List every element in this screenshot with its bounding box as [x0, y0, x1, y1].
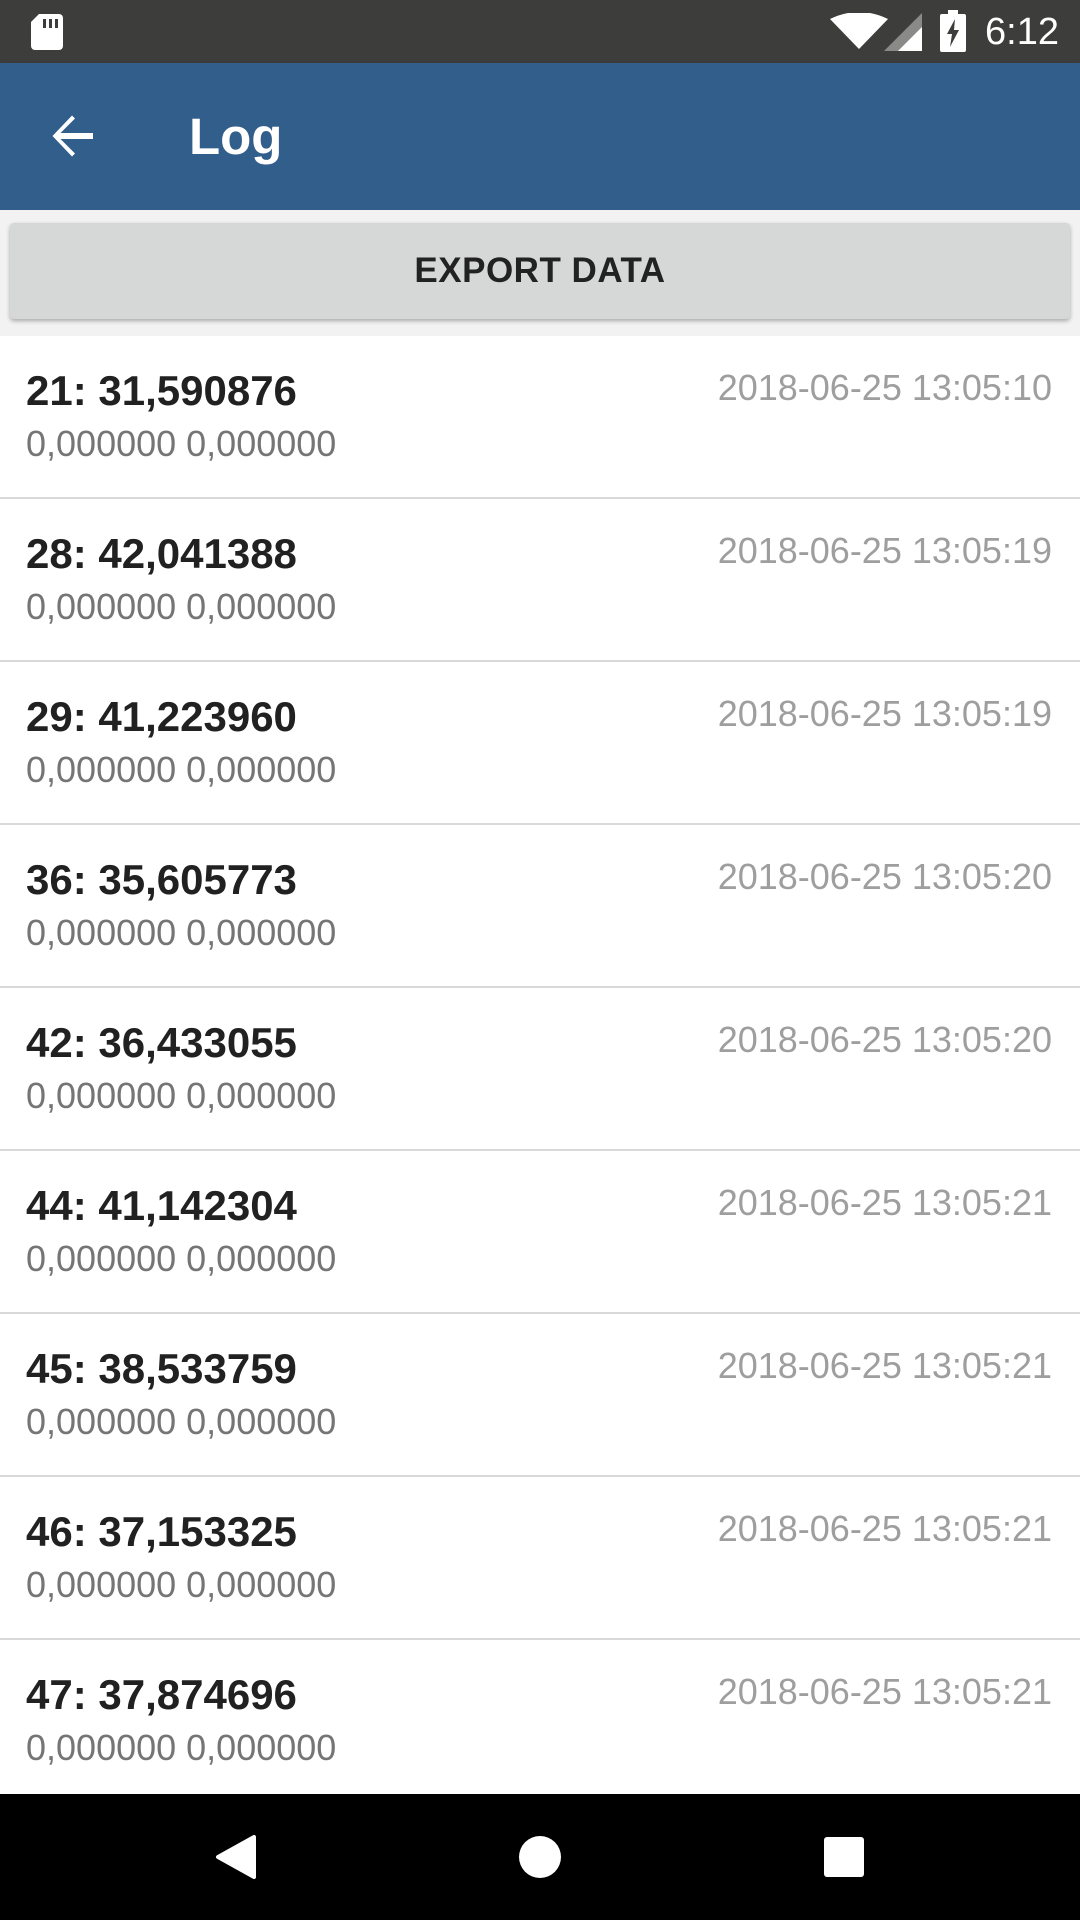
log-timestamp: 2018-06-25 13:05:21: [717, 1671, 1052, 1712]
log-value: 28: 42,041388: [26, 530, 297, 577]
log-row[interactable]: 28: 42,041388 0,000000 0,000000 2018-06-…: [0, 499, 1080, 662]
log-row[interactable]: 46: 37,153325 0,000000 0,000000 2018-06-…: [0, 1477, 1080, 1640]
log-row[interactable]: 36: 35,605773 0,000000 0,000000 2018-06-…: [0, 825, 1080, 988]
signal-icon: [884, 13, 922, 51]
log-coords: 0,000000 0,000000: [26, 586, 337, 627]
log-value: 42: 36,433055: [26, 1019, 297, 1066]
log-coords: 0,000000 0,000000: [26, 1238, 337, 1279]
page-title: Log: [189, 108, 283, 165]
log-row[interactable]: 45: 38,533759 0,000000 0,000000 2018-06-…: [0, 1314, 1080, 1477]
log-row[interactable]: 29: 41,223960 0,000000 0,000000 2018-06-…: [0, 662, 1080, 825]
log-value: 21: 31,590876: [26, 367, 297, 414]
log-timestamp: 2018-06-25 13:05:21: [717, 1182, 1052, 1223]
log-timestamp: 2018-06-25 13:05:21: [717, 1345, 1052, 1386]
log-value: 46: 37,153325: [26, 1508, 297, 1555]
sd-card-icon: [31, 14, 63, 50]
nav-home-button[interactable]: [510, 1827, 570, 1887]
log-coords: 0,000000 0,000000: [26, 423, 337, 464]
log-row[interactable]: 42: 36,433055 0,000000 0,000000 2018-06-…: [0, 988, 1080, 1151]
log-row[interactable]: 21: 31,590876 0,000000 0,000000 2018-06-…: [0, 336, 1080, 499]
log-value: 45: 38,533759: [26, 1345, 297, 1392]
log-coords: 0,000000 0,000000: [26, 749, 337, 790]
nav-recents-button[interactable]: [814, 1827, 874, 1887]
log-timestamp: 2018-06-25 13:05:20: [717, 856, 1052, 897]
log-value: 29: 41,223960: [26, 693, 297, 740]
log-coords: 0,000000 0,000000: [26, 1075, 337, 1116]
log-coords: 0,000000 0,000000: [26, 1727, 337, 1768]
log-coords: 0,000000 0,000000: [26, 1564, 337, 1605]
back-triangle-icon: [216, 1835, 256, 1879]
log-timestamp: 2018-06-25 13:05:21: [717, 1508, 1052, 1549]
log-value: 47: 37,874696: [26, 1671, 297, 1718]
wifi-icon: [830, 13, 888, 49]
log-row[interactable]: 47: 37,874696 0,000000 0,000000 2018-06-…: [0, 1640, 1080, 1794]
log-coords: 0,000000 0,000000: [26, 1401, 337, 1442]
log-value: 44: 41,142304: [26, 1182, 297, 1229]
arrow-back-icon: [52, 115, 93, 157]
log-timestamp: 2018-06-25 13:05:10: [717, 367, 1052, 408]
navigation-bar: [0, 1794, 1080, 1920]
log-list: 21: 31,590876 0,000000 0,000000 2018-06-…: [0, 336, 1080, 1794]
log-timestamp: 2018-06-25 13:05:19: [717, 693, 1052, 734]
log-value: 36: 35,605773: [26, 856, 297, 903]
recents-square-icon: [824, 1837, 864, 1877]
home-circle-icon: [519, 1836, 561, 1878]
log-timestamp: 2018-06-25 13:05:19: [717, 530, 1052, 571]
nav-back-button[interactable]: [206, 1827, 266, 1887]
status-clock: 6:12: [985, 11, 1059, 53]
battery-charging-icon: [940, 10, 966, 52]
status-bar: 6:12: [0, 0, 1080, 63]
log-row[interactable]: 44: 41,142304 0,000000 0,000000 2018-06-…: [0, 1151, 1080, 1314]
back-button[interactable]: [40, 103, 106, 169]
export-data-button[interactable]: EXPORT DATA: [10, 223, 1070, 319]
log-coords: 0,000000 0,000000: [26, 912, 337, 953]
app-bar: Log: [0, 63, 1080, 210]
log-timestamp: 2018-06-25 13:05:20: [717, 1019, 1052, 1060]
export-area: EXPORT DATA: [0, 210, 1080, 336]
